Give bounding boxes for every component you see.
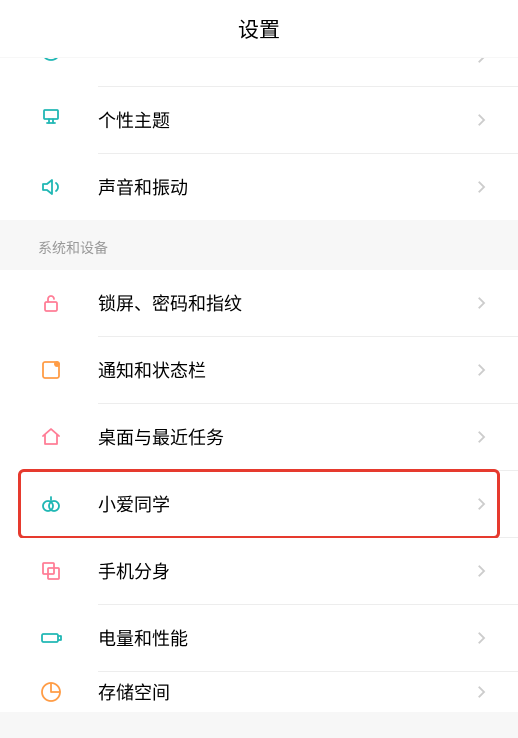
settings-item-second-space[interactable]: 手机分身: [0, 538, 518, 604]
lock-icon: [38, 290, 64, 316]
home-icon: [38, 424, 64, 450]
settings-item-label: 桌面与最近任务: [98, 424, 472, 450]
settings-item-label: 小爱同学: [98, 491, 472, 517]
second-space-icon: [38, 558, 64, 584]
unknown-icon: [38, 58, 64, 64]
battery-icon: [38, 625, 64, 651]
chevron-right-icon: [472, 294, 490, 312]
settings-item-cutoff[interactable]: [0, 58, 518, 86]
settings-item-sound[interactable]: 声音和振动: [0, 154, 518, 220]
settings-group-2: 锁屏、密码和指纹 通知和状态栏 桌面与最近任务: [0, 270, 518, 712]
settings-item-home-recent[interactable]: 桌面与最近任务: [0, 404, 518, 470]
sound-icon: [38, 174, 64, 200]
chevron-right-icon: [472, 562, 490, 580]
page-header: 设置: [0, 0, 518, 58]
settings-item-label: 个性主题: [98, 107, 472, 133]
notification-icon: [38, 357, 64, 383]
chevron-right-icon: [472, 178, 490, 196]
settings-item-label: 手机分身: [98, 558, 472, 584]
settings-item-storage[interactable]: 存储空间: [0, 672, 518, 712]
settings-group-1: 个性主题 声音和振动: [0, 58, 518, 220]
settings-item-label: 通知和状态栏: [98, 357, 472, 383]
settings-item-label: 声音和振动: [98, 174, 472, 200]
chevron-right-icon: [472, 683, 490, 701]
settings-item-label: 锁屏、密码和指纹: [98, 290, 472, 316]
section-header-system: 系统和设备: [0, 220, 518, 270]
chevron-right-icon: [472, 629, 490, 647]
chevron-right-icon: [472, 428, 490, 446]
chevron-right-icon: [472, 495, 490, 513]
settings-item-label: 电量和性能: [98, 625, 472, 651]
settings-item-label: 存储空间: [98, 679, 472, 705]
settings-item-notifications[interactable]: 通知和状态栏: [0, 337, 518, 403]
settings-item-lockscreen[interactable]: 锁屏、密码和指纹: [0, 270, 518, 336]
page-title: 设置: [238, 14, 280, 44]
theme-icon: [38, 107, 64, 133]
xiaoai-icon: [38, 491, 64, 517]
chevron-right-icon: [472, 361, 490, 379]
chevron-right-icon: [472, 111, 490, 129]
settings-item-theme[interactable]: 个性主题: [0, 87, 518, 153]
storage-icon: [38, 679, 64, 705]
chevron-right-icon: [472, 58, 490, 66]
settings-item-xiaoai[interactable]: 小爱同学: [0, 471, 518, 537]
settings-item-battery[interactable]: 电量和性能: [0, 605, 518, 671]
